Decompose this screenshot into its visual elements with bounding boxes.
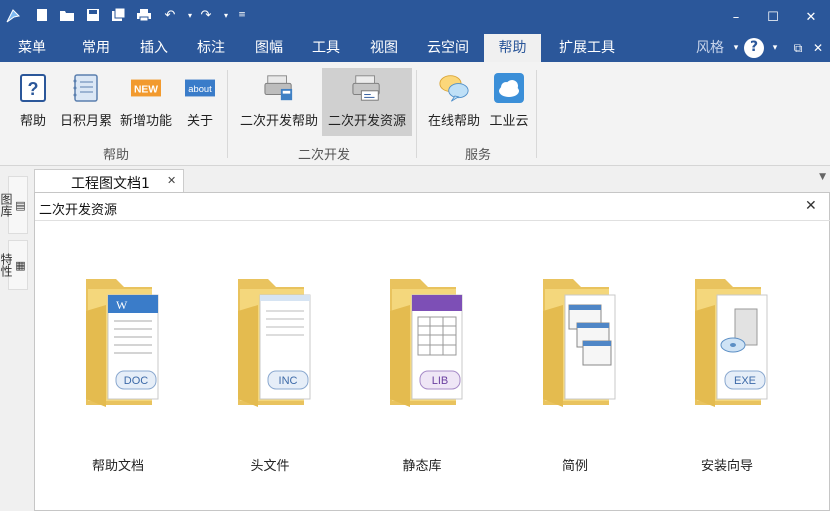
industry-cloud-button[interactable]: 工业云 xyxy=(486,68,532,136)
industry-cloud-label: 工业云 xyxy=(489,114,529,129)
tab-list-dropdown-icon[interactable]: ▼ xyxy=(819,172,826,182)
online-help-button[interactable]: 在线帮助 xyxy=(424,68,484,136)
undo-icon[interactable]: ↶ xyxy=(161,6,179,24)
new-features-label: 新增功能 xyxy=(119,114,172,129)
group-divider xyxy=(227,70,228,158)
style-dropdown-icon[interactable]: ▾ xyxy=(730,34,742,62)
help-circle-icon[interactable]: ? xyxy=(744,38,764,58)
group-divider xyxy=(536,70,537,158)
tab-view[interactable]: 视图 xyxy=(358,34,410,62)
tab-tools[interactable]: 工具 xyxy=(300,34,352,62)
folder-examples[interactable]: 简例 xyxy=(513,275,637,495)
folder-static-library[interactable]: LIB 静态库 xyxy=(360,275,484,495)
open-folder-icon[interactable] xyxy=(58,6,76,24)
daily-tips-label: 日积月累 xyxy=(59,114,112,129)
group-label-service: 服务 xyxy=(464,148,491,163)
document-tab-label: 工程图文档1 xyxy=(71,176,150,192)
exe-folder-icon: EXE xyxy=(695,279,768,407)
app-logo-icon[interactable] xyxy=(4,7,22,25)
folder-header-files[interactable]: INC 头文件 xyxy=(208,275,332,495)
folder-setup-wizard[interactable]: EXE 安装向导 xyxy=(665,275,789,495)
word-logo-text: W xyxy=(116,298,128,312)
folder-label: 头文件 xyxy=(250,459,290,474)
properties-icon: ▦ xyxy=(14,258,27,272)
library-side-tab-label: 图库 xyxy=(0,193,13,217)
new-file-icon[interactable] xyxy=(33,6,51,24)
new-features-button[interactable]: NEW 新增功能 xyxy=(116,68,176,136)
tab-help[interactable]: 帮助 xyxy=(484,34,541,62)
dev-resources-panel: 二次开发资源 ✕ W DOC 帮助文档 INC 头文件 LIB 静态库 简例 E… xyxy=(34,192,830,511)
about-label: 关于 xyxy=(186,114,213,129)
online-help-label: 在线帮助 xyxy=(427,114,480,129)
restore-ribbon-icon[interactable]: ⧉ xyxy=(788,34,808,62)
notebook-icon xyxy=(71,72,101,104)
svg-text:?: ? xyxy=(28,79,39,99)
save-icon[interactable] xyxy=(84,6,102,24)
close-document-icon[interactable]: ✕ xyxy=(808,34,828,62)
panel-title: 二次开发资源 xyxy=(39,203,118,218)
side-panel-strip: ▤ 图库 ▦ 特性 xyxy=(0,166,34,511)
panel-title-bar: 二次开发资源 ✕ xyxy=(35,193,830,221)
folder-label: 静态库 xyxy=(402,459,442,474)
style-menu[interactable]: 风格 xyxy=(690,34,730,62)
about-button[interactable]: about 关于 xyxy=(180,68,220,136)
about-badge-icon: about xyxy=(185,72,215,104)
menu-bar: 菜单 常用 插入 标注 图幅 工具 视图 云空间 帮助 扩展工具 风格 ▾ ? … xyxy=(0,34,830,62)
redo-icon[interactable]: ↷ xyxy=(197,6,215,24)
inc-folder-icon: INC xyxy=(238,279,311,407)
document-tab-close-icon[interactable]: ✕ xyxy=(167,174,176,187)
tab-common[interactable]: 常用 xyxy=(70,34,122,62)
properties-side-tab-label: 特性 xyxy=(0,253,13,277)
dev-resources-label: 二次开发资源 xyxy=(327,114,406,129)
tab-extension-tools[interactable]: 扩展工具 xyxy=(552,34,622,62)
exe-badge-text: EXE xyxy=(734,375,756,387)
doc-folder-icon: W DOC xyxy=(86,279,159,407)
group-label-help: 帮助 xyxy=(102,148,129,163)
group-divider xyxy=(416,70,417,158)
tab-annotate[interactable]: 标注 xyxy=(185,34,237,62)
help-button[interactable]: ? 帮助 xyxy=(14,68,52,136)
help-button-label: 帮助 xyxy=(19,114,46,129)
folder-help-docs[interactable]: W DOC 帮助文档 xyxy=(56,275,180,495)
doc-badge-text: DOC xyxy=(124,375,149,387)
folder-label: 简例 xyxy=(561,459,588,474)
panel-close-icon[interactable]: ✕ xyxy=(805,198,817,214)
save-all-icon[interactable] xyxy=(110,6,128,24)
library-icon: ▤ xyxy=(14,198,27,212)
question-icon: ? xyxy=(18,72,48,104)
tab-insert[interactable]: 插入 xyxy=(128,34,180,62)
inc-badge-text: INC xyxy=(279,375,298,387)
title-bar: ↶ ▾ ↷ ▾ ≡ – ☐ ✕ xyxy=(0,0,830,34)
printer-help-icon xyxy=(264,72,294,104)
dev-help-button[interactable]: 二次开发帮助 xyxy=(236,68,322,136)
cloud-icon xyxy=(494,72,524,104)
new-badge-icon: NEW xyxy=(131,72,161,104)
print-icon[interactable] xyxy=(135,6,153,24)
group-label-dev: 二次开发 xyxy=(297,148,350,163)
document-tab[interactable]: 工程图文档1 ✕ xyxy=(34,169,184,192)
properties-side-tab[interactable]: ▦ 特性 xyxy=(0,240,28,290)
lib-folder-icon: LIB xyxy=(390,279,463,407)
dev-resources-button[interactable]: 二次开发资源 xyxy=(322,68,412,136)
chat-bubbles-icon xyxy=(439,72,469,104)
printer-resource-icon xyxy=(352,72,382,104)
new-badge-text: NEW xyxy=(134,85,158,96)
minimize-button[interactable]: – xyxy=(724,6,748,28)
library-side-tab[interactable]: ▤ 图库 xyxy=(0,176,28,234)
close-window-button[interactable]: ✕ xyxy=(799,6,823,28)
folder-label: 帮助文档 xyxy=(91,459,144,474)
lib-badge-text: LIB xyxy=(432,375,449,387)
folder-label: 安装向导 xyxy=(700,459,753,474)
maximize-button[interactable]: ☐ xyxy=(761,6,785,28)
tab-cloud-space[interactable]: 云空间 xyxy=(418,34,478,62)
customize-toolbar-icon[interactable]: ≡ xyxy=(233,6,251,24)
dev-help-label: 二次开发帮助 xyxy=(239,114,318,129)
examples-folder-icon xyxy=(543,279,616,407)
ribbon: ? 帮助 日积月累 NEW 新增功能 about 关于 帮助 二次开发帮助 二次… xyxy=(0,62,830,166)
tab-menu[interactable]: 菜单 xyxy=(6,34,58,62)
about-badge-text: about xyxy=(188,84,212,94)
tab-frame[interactable]: 图幅 xyxy=(243,34,295,62)
daily-tips-button[interactable]: 日积月累 xyxy=(56,68,116,136)
help-dropdown-icon[interactable]: ▾ xyxy=(771,34,779,62)
